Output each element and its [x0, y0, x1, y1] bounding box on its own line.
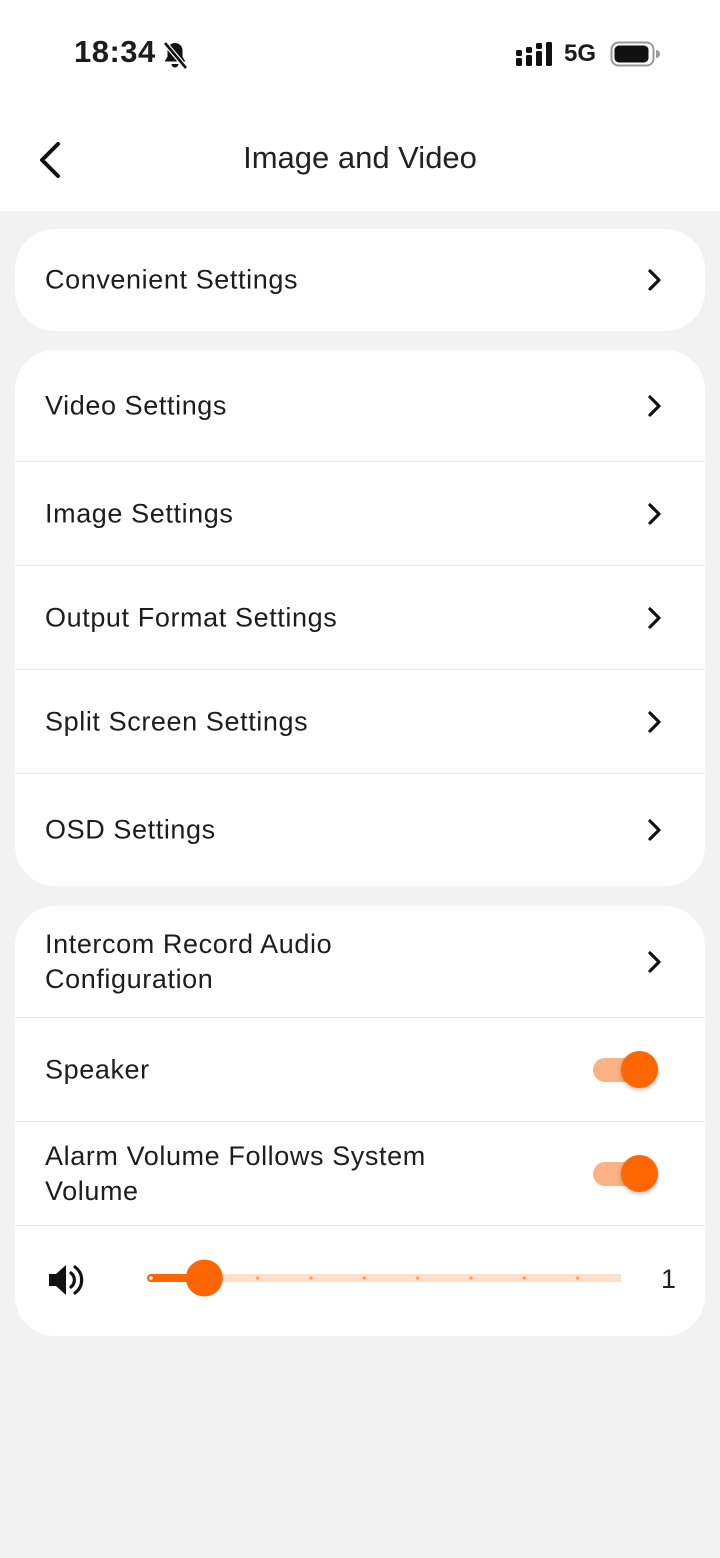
- chevron-right-icon: [648, 950, 661, 973]
- audio-card: Intercom Record Audio Configuration Spea…: [15, 906, 705, 1336]
- slider-tick: [362, 1276, 367, 1280]
- slider-tick: [255, 1276, 260, 1280]
- network-type: 5G: [564, 40, 597, 67]
- volume-slider-graphic: [147, 1259, 633, 1297]
- speaker-toggle[interactable]: [593, 1050, 658, 1089]
- toggle-knob: [621, 1154, 658, 1192]
- settings-card: Video Settings Image Settings Output For…: [15, 350, 705, 886]
- convenient-settings-row[interactable]: Convenient Settings: [15, 229, 705, 331]
- volume-slider-row: 1: [15, 1226, 705, 1336]
- slider-tick: [522, 1276, 527, 1280]
- row-label: Video Settings: [45, 390, 228, 420]
- volume-value: 1: [661, 1264, 677, 1294]
- chevron-right-icon: [648, 819, 661, 841]
- osd-settings-row[interactable]: OSD Settings: [15, 774, 705, 886]
- chevron-right-icon: [648, 394, 661, 417]
- convenient-card: Convenient Settings: [15, 229, 705, 331]
- status-time: 18:34: [74, 34, 156, 69]
- slider-tick: [149, 1276, 153, 1280]
- speaker-row: Speaker: [15, 1018, 705, 1122]
- row-label: OSD Settings: [45, 814, 216, 845]
- speaker-volume-icon: [49, 1265, 84, 1295]
- row-label: Split Screen Settings: [45, 706, 309, 736]
- row-label: Alarm Volume Follows System Volume: [45, 1140, 426, 1206]
- bell-off-icon: [163, 41, 188, 70]
- row-label: Intercom Record Audio Configuration: [45, 928, 333, 994]
- volume-slider[interactable]: [131, 1258, 633, 1298]
- split-screen-settings-row[interactable]: Split Screen Settings: [15, 670, 705, 774]
- chevron-right-icon: [648, 606, 661, 629]
- alarm-volume-row: Alarm Volume Follows System Volume: [15, 1122, 705, 1226]
- output-format-settings-row[interactable]: Output Format Settings: [15, 566, 705, 670]
- row-label: Output Format Settings: [45, 602, 338, 632]
- slider-tick: [575, 1276, 580, 1280]
- page-title: Image and Video: [243, 140, 477, 175]
- row-label: Speaker: [45, 1054, 150, 1084]
- row-label: Convenient Settings: [45, 264, 299, 295]
- intercom-record-audio-row[interactable]: Intercom Record Audio Configuration: [15, 906, 705, 1018]
- slider-thumb: [185, 1259, 223, 1297]
- nav-bar: Image and Video: [0, 104, 720, 211]
- battery-icon: [610, 41, 660, 67]
- row-label: Image Settings: [45, 498, 234, 528]
- image-settings-row[interactable]: Image Settings: [15, 462, 705, 566]
- signal-icon: [516, 42, 552, 66]
- chevron-right-icon: [648, 710, 661, 733]
- slider-tick: [309, 1276, 313, 1280]
- video-settings-row[interactable]: Video Settings: [15, 350, 705, 462]
- slider-tick: [415, 1276, 420, 1280]
- chevron-right-icon: [648, 269, 661, 291]
- slider-tick: [469, 1276, 473, 1280]
- status-bar: 18:34 5G: [0, 0, 720, 104]
- chevron-right-icon: [648, 502, 661, 525]
- alarm-volume-toggle[interactable]: [593, 1154, 658, 1193]
- toggle-knob: [621, 1050, 658, 1088]
